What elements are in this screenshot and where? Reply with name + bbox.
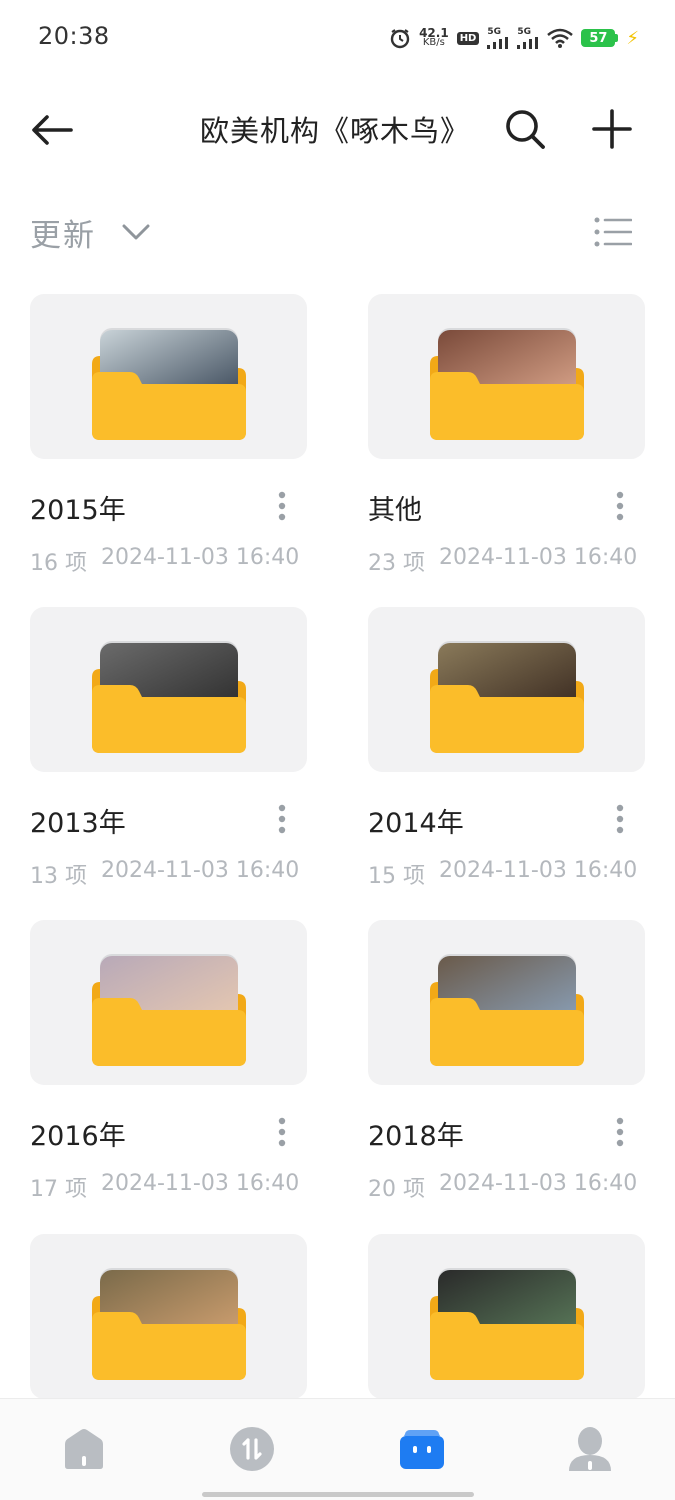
- folder-thumbnail[interactable]: [30, 920, 307, 1085]
- sim2-label: 5G: [517, 26, 532, 37]
- more-options-button[interactable]: [606, 799, 634, 839]
- folder-card[interactable]: 2018年 20 项 2024-11-03 16:40: [368, 920, 645, 1220]
- page-title: 欧美机构《啄木鸟》: [200, 114, 471, 148]
- folder-item-count: 17 项: [30, 1177, 87, 1202]
- status-icons: 42.1 KB/s HD 5G 5G 57 ⚡: [389, 24, 639, 52]
- more-vertical-icon: [616, 804, 624, 834]
- files-icon: [400, 1430, 444, 1469]
- folder-thumbnail[interactable]: [368, 920, 645, 1085]
- transfer-icon: [230, 1427, 274, 1471]
- more-vertical-icon: [278, 804, 286, 834]
- folder-icon: [430, 641, 584, 753]
- folder-icon: [430, 954, 584, 1066]
- profile-icon: [569, 1427, 611, 1471]
- hd-badge: HD: [456, 31, 480, 45]
- folder-item-count: 13 项: [30, 864, 87, 889]
- search-button[interactable]: [500, 104, 550, 154]
- folder-thumbnail[interactable]: [368, 607, 645, 772]
- signal-sim2-icon: 5G: [517, 26, 539, 49]
- more-vertical-icon: [278, 1117, 286, 1147]
- back-button[interactable]: [28, 106, 76, 154]
- battery-level: 57: [581, 29, 616, 47]
- folder-thumbnail[interactable]: [368, 1234, 645, 1399]
- folder-date: 2024-11-03 16:40: [101, 858, 300, 883]
- folder-date: 2024-11-03 16:40: [439, 545, 638, 570]
- status-bar: 20:38 42.1 KB/s HD 5G 5G 57 ⚡: [0, 0, 675, 74]
- sim1-label: 5G: [487, 26, 502, 37]
- bottom-nav: [0, 1398, 675, 1500]
- wifi-icon: [547, 28, 574, 48]
- back-arrow-icon: [32, 115, 73, 145]
- folder-item-count: 23 项: [368, 551, 425, 576]
- folder-item-count: 15 项: [368, 864, 425, 889]
- signal-sim1-icon: 5G: [487, 26, 509, 49]
- sort-bar: 更新: [0, 200, 675, 260]
- list-view-icon: [594, 217, 632, 247]
- folder-date: 2024-11-03 16:40: [439, 858, 638, 883]
- view-mode-button[interactable]: [588, 210, 638, 254]
- folder-icon: [430, 1268, 584, 1380]
- more-options-button[interactable]: [606, 486, 634, 526]
- more-options-button[interactable]: [268, 799, 296, 839]
- folder-thumbnail[interactable]: [30, 294, 307, 459]
- more-options-button[interactable]: [606, 1112, 634, 1152]
- folder-date: 2024-11-03 16:40: [439, 1171, 638, 1196]
- folder-meta: 20 项 2024-11-03 16:40: [368, 1171, 637, 1203]
- home-icon: [65, 1429, 103, 1469]
- battery-icon: 57: [581, 29, 619, 47]
- folder-meta: 17 项 2024-11-03 16:40: [30, 1171, 299, 1203]
- nav-profile[interactable]: [560, 1421, 620, 1477]
- folder-thumbnail[interactable]: [368, 294, 645, 459]
- nav-files[interactable]: [392, 1421, 452, 1477]
- folder-item-count: 16 项: [30, 551, 87, 576]
- folder-card[interactable]: 2014年 15 项 2024-11-03 16:40: [368, 607, 645, 907]
- more-vertical-icon: [616, 491, 624, 521]
- more-vertical-icon: [278, 491, 286, 521]
- folder-name: 2013年: [30, 808, 126, 839]
- net-speed-unit: KB/s: [422, 37, 445, 48]
- folder-card[interactable]: 2015年 16 项 2024-11-03 16:40: [30, 294, 307, 594]
- folder-icon: [92, 641, 246, 753]
- folder-name: 其他: [368, 495, 422, 526]
- nav-home[interactable]: [54, 1421, 114, 1477]
- folder-meta: 13 项 2024-11-03 16:40: [30, 858, 299, 890]
- sort-label: 更新: [30, 217, 96, 254]
- sort-dropdown[interactable]: 更新: [30, 210, 150, 254]
- add-button[interactable]: [587, 104, 637, 154]
- folder-date: 2024-11-03 16:40: [101, 545, 300, 570]
- folder-card[interactable]: 2013年 13 项 2024-11-03 16:40: [30, 607, 307, 907]
- plus-icon: [592, 109, 632, 149]
- folder-icon: [92, 328, 246, 440]
- folder-name: 2018年: [368, 1121, 464, 1152]
- alarm-icon: [389, 27, 411, 49]
- folder-icon: [430, 328, 584, 440]
- folder-name: 2014年: [368, 808, 464, 839]
- net-speed: 42.1 KB/s: [419, 27, 449, 48]
- folder-item-count: 20 项: [368, 1177, 425, 1202]
- home-indicator[interactable]: [202, 1492, 474, 1497]
- charging-icon: ⚡: [626, 27, 639, 49]
- folder-card[interactable]: 2016年 17 项 2024-11-03 16:40: [30, 920, 307, 1220]
- header: 欧美机构《啄木鸟》: [0, 88, 675, 168]
- more-options-button[interactable]: [268, 486, 296, 526]
- folder-meta: 23 项 2024-11-03 16:40: [368, 545, 637, 577]
- folder-name: 2015年: [30, 495, 126, 526]
- folder-meta: 15 项 2024-11-03 16:40: [368, 858, 637, 890]
- folder-icon: [92, 1268, 246, 1380]
- more-options-button[interactable]: [268, 1112, 296, 1152]
- folder-meta: 16 项 2024-11-03 16:40: [30, 545, 299, 577]
- folder-name: 2016年: [30, 1121, 126, 1152]
- nav-transfer[interactable]: [222, 1421, 282, 1477]
- folder-thumbnail[interactable]: [30, 1234, 307, 1399]
- status-time: 20:38: [38, 22, 110, 50]
- chevron-down-icon: [122, 224, 150, 240]
- folder-date: 2024-11-03 16:40: [101, 1171, 300, 1196]
- search-icon: [506, 110, 545, 149]
- folder-card[interactable]: 其他 23 项 2024-11-03 16:40: [368, 294, 645, 594]
- more-vertical-icon: [616, 1117, 624, 1147]
- folder-icon: [92, 954, 246, 1066]
- folder-thumbnail[interactable]: [30, 607, 307, 772]
